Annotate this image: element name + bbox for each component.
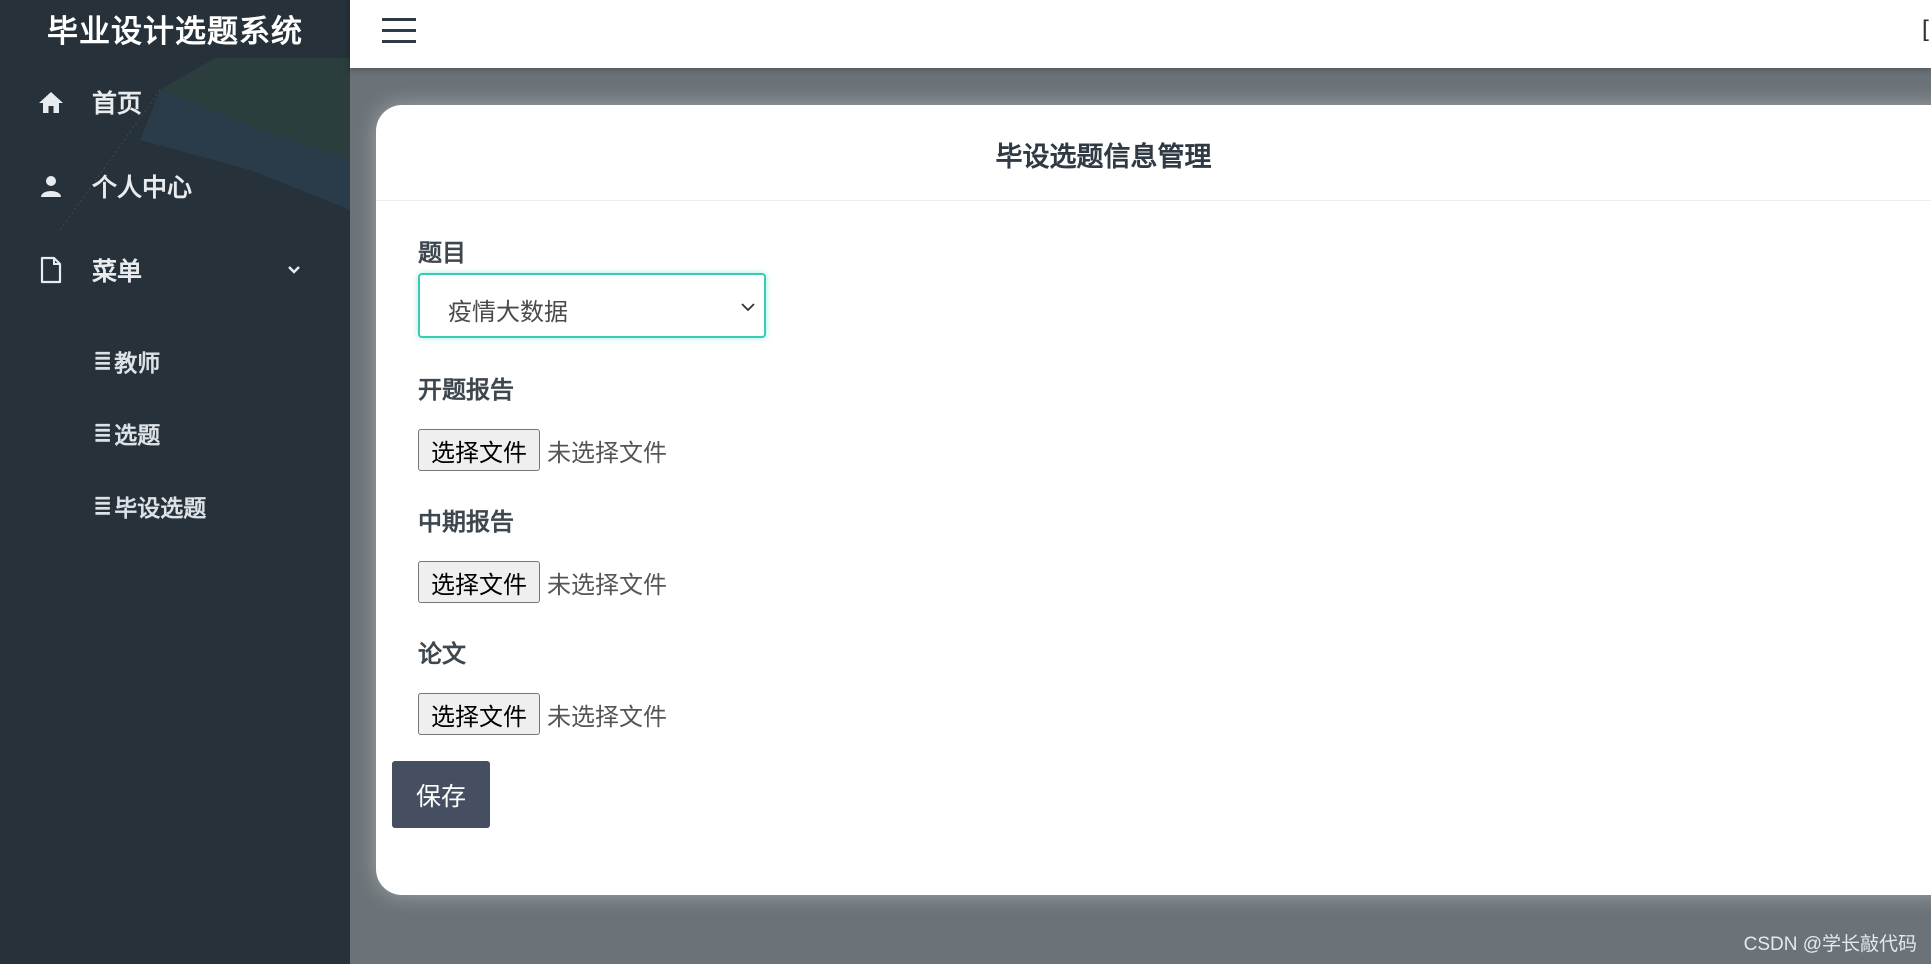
- list-icon: ≣: [93, 493, 113, 519]
- sidebar-background-shapes: [59, 58, 350, 231]
- sidebar-item-home[interactable]: 首页: [36, 82, 306, 122]
- form-card: 毕设选题信息管理 题目 疫情大数据 开题报告 选择文件 未选择文件 中期报告 选…: [376, 105, 1931, 895]
- proposal-report-label: 开题报告: [418, 376, 514, 404]
- sidebar-item-profile[interactable]: 个人中心: [36, 166, 306, 206]
- thesis-file-input: 选择文件 未选择文件: [418, 693, 667, 735]
- sidebar-item-label: 首页: [92, 89, 143, 118]
- proposal-report-file-status: 未选择文件: [547, 438, 667, 467]
- home-icon: [36, 87, 66, 117]
- top-right-fragment: [: [1921, 16, 1931, 44]
- sidebar-item-menu[interactable]: 菜单: [36, 250, 306, 290]
- midterm-report-label: 中期报告: [418, 508, 514, 536]
- sidebar-subitem-teacher[interactable]: ≣ 教师: [93, 343, 160, 379]
- top-bar: [: [350, 0, 1931, 68]
- midterm-report-file-status: 未选择文件: [547, 570, 667, 599]
- person-icon: [36, 171, 66, 201]
- thesis-file-status: 未选择文件: [547, 702, 667, 731]
- list-icon: ≣: [93, 348, 113, 374]
- proposal-report-file-input: 选择文件 未选择文件: [418, 429, 667, 471]
- topic-label: 题目: [418, 239, 466, 267]
- proposal-report-choose-file-button[interactable]: 选择文件: [418, 429, 540, 471]
- topic-select-value: 疫情大数据: [448, 298, 568, 326]
- hamburger-menu-icon[interactable]: [380, 14, 418, 48]
- thesis-label: 论文: [418, 640, 466, 668]
- list-icon: ≣: [93, 420, 113, 446]
- card-header: 毕设选题信息管理: [376, 105, 1931, 201]
- sidebar-subitem-label: 选题: [114, 423, 161, 449]
- sidebar-subitem-label: 毕设选题: [114, 496, 207, 522]
- chevron-down-icon[interactable]: [282, 258, 306, 282]
- midterm-report-choose-file-button[interactable]: 选择文件: [418, 561, 540, 603]
- document-icon: [36, 255, 66, 285]
- sidebar-subitem-label: 教师: [114, 351, 161, 377]
- sidebar-item-label: 个人中心: [92, 173, 193, 202]
- chevron-down-icon: [741, 303, 755, 312]
- sidebar-item-label: 菜单: [92, 257, 143, 286]
- thesis-choose-file-button[interactable]: 选择文件: [418, 693, 540, 735]
- save-button[interactable]: 保存: [392, 761, 490, 828]
- sidebar: 毕业设计选题系统 首页 个人中心 菜单 ≣ 教师 ≣ 选题 ≣ 毕设选题: [0, 0, 350, 964]
- midterm-report-file-input: 选择文件 未选择文件: [418, 561, 667, 603]
- app-title: 毕业设计选题系统: [47, 14, 303, 50]
- sidebar-subitem-graduation-topic[interactable]: ≣ 毕设选题: [93, 488, 206, 524]
- page-title: 毕设选题信息管理: [995, 142, 1212, 173]
- topic-select[interactable]: 疫情大数据: [418, 273, 766, 338]
- watermark: CSDN @学长敲代码: [1743, 934, 1917, 955]
- sidebar-subitem-topic[interactable]: ≣ 选题: [93, 415, 160, 451]
